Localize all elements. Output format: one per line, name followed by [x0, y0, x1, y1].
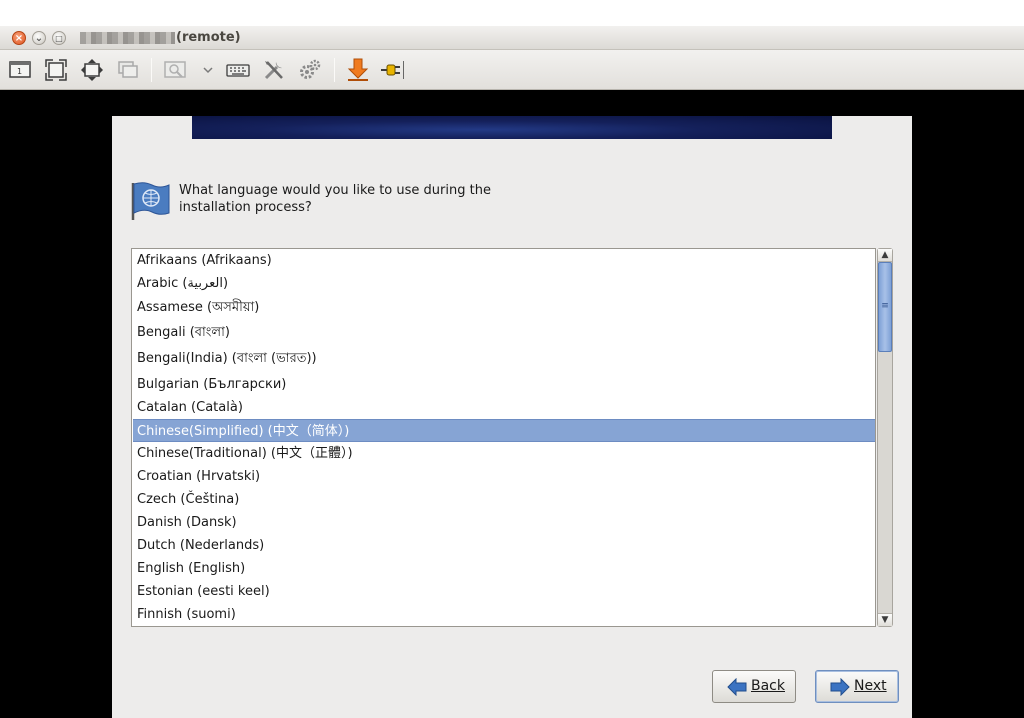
language-flag-icon: [130, 180, 170, 220]
disconnect-icon[interactable]: [380, 58, 404, 82]
back-button[interactable]: Back: [712, 670, 796, 703]
list-item-selected[interactable]: Chinese(Simplified) (中文（简体）): [133, 419, 875, 442]
fullscreen-icon[interactable]: [44, 58, 68, 82]
scrollbar-thumb[interactable]: ≡: [878, 262, 892, 352]
list-item[interactable]: Bulgarian (Български): [133, 373, 875, 396]
list-item[interactable]: Finnish (suomi): [133, 603, 875, 626]
next-arrow-icon: [830, 678, 850, 696]
gears-icon[interactable]: [298, 58, 322, 82]
list-item[interactable]: Afrikaans (Afrikaans): [133, 249, 875, 272]
list-item[interactable]: Dutch (Nederlands): [133, 534, 875, 557]
list-item[interactable]: Czech (Čeština): [133, 488, 875, 511]
language-list-scrollbar[interactable]: ▲ ≡ ▼: [877, 248, 893, 627]
list-item[interactable]: Catalan (Català): [133, 396, 875, 419]
next-button-label: Next: [854, 678, 887, 694]
window-titlebar: × ⌄ □ (remote): [0, 26, 1024, 50]
list-item[interactable]: Danish (Dansk): [133, 511, 875, 534]
scroll-down-arrow-icon[interactable]: ▼: [878, 613, 892, 626]
screen-icon[interactable]: 1: [8, 58, 32, 82]
list-item[interactable]: Estonian (eesti keel): [133, 580, 875, 603]
close-window-button[interactable]: ×: [12, 31, 26, 45]
preferences-icon[interactable]: [262, 58, 286, 82]
top-margin: [0, 0, 1024, 26]
scaled-icon: [116, 58, 140, 82]
keyboard-icon[interactable]: [226, 58, 250, 82]
question-line-1: What language would you like to use duri…: [179, 183, 491, 198]
window-title: (remote): [176, 30, 241, 45]
scroll-up-arrow-icon[interactable]: ▲: [878, 249, 892, 262]
toolbar-separator: [151, 58, 152, 82]
next-button[interactable]: Next: [815, 670, 899, 703]
installer-banner: [192, 116, 832, 139]
redacted-hostname: [80, 32, 175, 44]
list-item[interactable]: Bengali(India) (বাংলা (ভারত)): [133, 347, 875, 370]
dropdown-chevron-icon[interactable]: [196, 58, 216, 82]
zoom-icon: [163, 58, 187, 82]
question-line-2: installation process?: [179, 200, 312, 215]
list-item[interactable]: Assamese (অসমীয়া): [133, 296, 875, 319]
download-icon[interactable]: [346, 58, 370, 82]
list-item[interactable]: English (English): [133, 557, 875, 580]
language-question: What language would you like to use duri…: [179, 182, 491, 216]
viewer-toolbar: 1: [0, 50, 1024, 90]
back-arrow-icon: [727, 678, 747, 696]
list-item[interactable]: Bengali (বাংলা): [133, 321, 875, 344]
language-list[interactable]: Afrikaans (Afrikaans) Arabic (العربية) A…: [131, 248, 876, 627]
list-item[interactable]: Croatian (Hrvatski): [133, 465, 875, 488]
minimize-window-button[interactable]: ⌄: [32, 31, 46, 45]
back-button-label: Back: [751, 678, 785, 694]
svg-text:1: 1: [17, 67, 22, 76]
maximize-window-button[interactable]: □: [52, 31, 66, 45]
list-item[interactable]: Chinese(Traditional) (中文（正體）): [133, 442, 875, 465]
fit-window-icon[interactable]: [80, 58, 104, 82]
toolbar-separator: [334, 58, 335, 82]
list-item[interactable]: Arabic (العربية): [133, 272, 875, 295]
